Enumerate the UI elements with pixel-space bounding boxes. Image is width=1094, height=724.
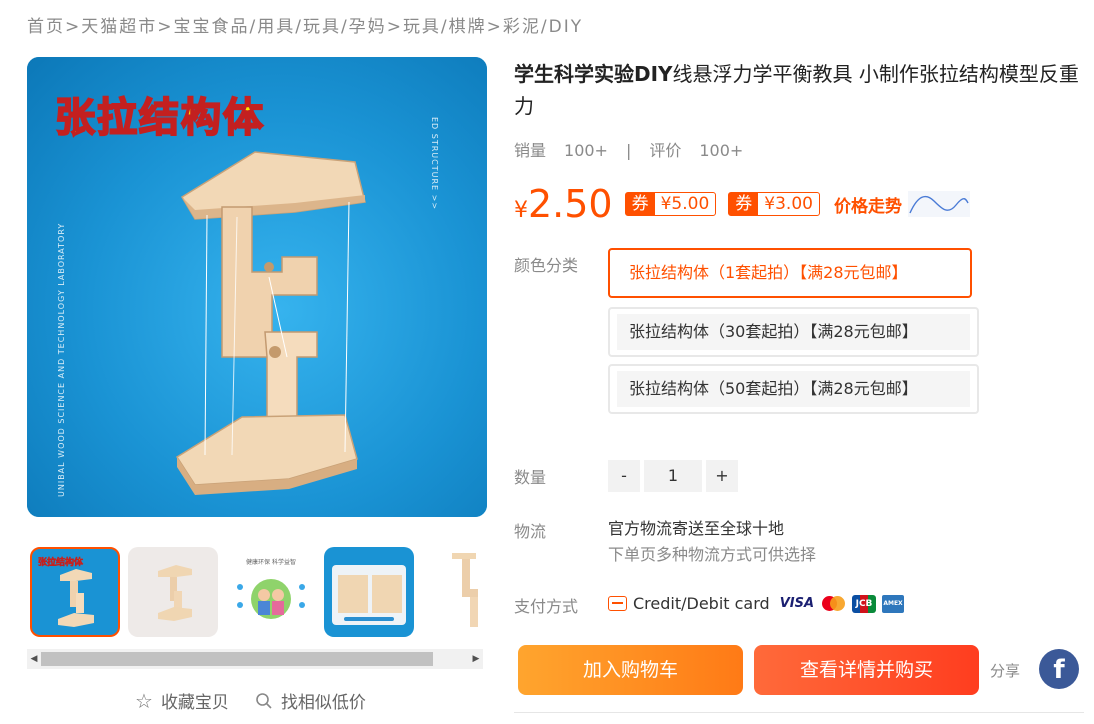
find-similar-label: 找相似低价 [280, 693, 366, 713]
divider [514, 712, 1084, 713]
sku-option-1[interactable]: 张拉结构体（1套起拍）【满28元包邮】 [608, 248, 972, 298]
facebook-share-icon[interactable]: f [1039, 649, 1079, 689]
breadcrumb-item-clay-diy[interactable]: 彩泥/DIY [503, 17, 583, 37]
amex-logo: AMEX [882, 594, 905, 613]
thumbnail-2[interactable] [128, 547, 218, 637]
sku-option-label: 张拉结构体（50套起拍）【满28元包邮】 [617, 371, 970, 407]
thumbnail-1-model [58, 569, 94, 627]
thumbnail-4[interactable] [324, 547, 414, 637]
logistics-label: 物流 [514, 522, 547, 541]
favorite-label: 收藏宝贝 [160, 693, 229, 713]
thumbnail-5-model [452, 553, 478, 627]
payment-label: 支付方式 [514, 597, 579, 616]
coupon-badge[interactable]: 券 ¥3.00 [728, 192, 820, 216]
logistics-line-1: 官方物流寄送至全球十地 [608, 519, 785, 538]
thumbnail-strip: 张拉结构体 健康环保 科学益智 [27, 545, 487, 640]
price-value: 2.50 [528, 182, 613, 226]
coupon-badge[interactable]: 券 ¥5.00 [624, 192, 717, 216]
scroll-left-icon[interactable]: ◀ [27, 649, 41, 669]
price-currency: ¥ [514, 198, 528, 223]
sku-option-label: 张拉结构体（1套起拍）【满28元包邮】 [617, 255, 963, 291]
breadcrumb-separator: > [157, 17, 174, 37]
thumbnail-3-caption: 健康环保 科学益智 [246, 559, 296, 566]
thumbnail-2-model [158, 565, 192, 621]
coupon-amount: ¥3.00 [764, 194, 813, 214]
share-label: 分享 [990, 662, 1021, 680]
thumbnail-scrollbar[interactable]: ◀ ▶ [27, 649, 483, 669]
jcb-logo: JCB [852, 594, 877, 613]
breadcrumb-item-toys[interactable]: 玩具/棋牌 [403, 17, 487, 37]
scroll-right-icon[interactable]: ▶ [469, 649, 483, 669]
breadcrumb-separator: > [386, 17, 403, 37]
thumbnail-3[interactable]: 健康环保 科学益智 [226, 547, 316, 637]
product-title: 学生科学实验DIY线悬浮力学平衡教具 小制作张拉结构模型反重力 [514, 58, 1079, 122]
credit-card-icon [608, 596, 627, 611]
breadcrumb-item-home[interactable]: 首页 [27, 17, 65, 37]
quantity-stepper: - 1 + [608, 460, 738, 492]
color-option-label: 颜色分类 [514, 256, 579, 275]
product-title-bold: 学生科学实验DIY [514, 62, 673, 86]
find-similar-button[interactable]: 找相似低价 [255, 688, 366, 713]
quantity-label: 数量 [514, 468, 547, 487]
star-icon: ☆ [135, 688, 153, 713]
price-trend-sparkline-icon[interactable] [907, 191, 970, 217]
main-product-image[interactable]: 张拉结构体 ED STRUCTURE >> UNIBAL WOOD SCIENC… [27, 57, 487, 517]
breadcrumb-separator: > [65, 17, 82, 37]
price-trend-link[interactable]: 价格走势 [834, 192, 902, 217]
search-icon [256, 692, 272, 709]
sales-separator: | [625, 141, 632, 160]
scrollbar-thumb[interactable] [41, 652, 433, 666]
buy-now-button[interactable]: 查看详情并购买 [754, 645, 979, 695]
price-row: ¥2.50 券 ¥5.00 券 ¥3.00 价格走势 [514, 182, 970, 226]
image-actions: ☆ 收藏宝贝 找相似低价 [135, 688, 366, 714]
sales-info: 销量 100+ | 评价 100+ [514, 137, 761, 161]
quantity-increase-button[interactable]: + [706, 460, 738, 492]
coupon-amount: ¥5.00 [660, 194, 710, 214]
visa-logo: VISA [779, 596, 815, 611]
tensegrity-model-illustration [175, 151, 366, 495]
thumbnail-1[interactable]: 张拉结构体 [30, 547, 120, 637]
thumbnail-4-parts [332, 565, 406, 625]
breadcrumb-item-baby[interactable]: 宝宝食品/用具/玩具/孕妈 [174, 17, 387, 37]
favorite-button[interactable]: ☆ 收藏宝贝 [135, 688, 229, 714]
payment-method-text: Credit/Debit card [633, 594, 770, 613]
quantity-input[interactable]: 1 [644, 460, 702, 492]
review-label: 评价 [649, 141, 682, 160]
breadcrumb-item-tmall-market[interactable]: 天猫超市 [81, 17, 157, 37]
coupon-tag: 券 [625, 193, 655, 215]
logistics-line-2: 下单页多种物流方式可供选择 [608, 545, 817, 564]
coupon-tag: 券 [729, 193, 759, 215]
sales-value: 100+ [564, 141, 608, 160]
sku-option-50[interactable]: 张拉结构体（50套起拍）【满28元包邮】 [608, 364, 979, 414]
review-value: 100+ [699, 141, 744, 160]
sku-option-label: 张拉结构体（30套起拍）【满28元包邮】 [617, 314, 970, 350]
payment-methods: Credit/Debit card VISA JCB AMEX [608, 594, 905, 613]
price: ¥2.50 [514, 182, 613, 226]
breadcrumb-separator: > [486, 17, 503, 37]
quantity-decrease-button[interactable]: - [608, 460, 640, 492]
add-to-cart-button[interactable]: 加入购物车 [518, 645, 743, 695]
sku-option-30[interactable]: 张拉结构体（30套起拍）【满28元包邮】 [608, 307, 979, 357]
logistics-info: 官方物流寄送至全球十地 下单页多种物流方式可供选择 [608, 516, 816, 568]
breadcrumb: 首页>天猫超市>宝宝食品/用具/玩具/孕妈>玩具/棋牌>彩泥/DIY [27, 12, 583, 37]
sales-label: 销量 [514, 141, 547, 160]
mastercard-logo [820, 595, 846, 613]
thumbnail-5[interactable] [422, 547, 487, 637]
